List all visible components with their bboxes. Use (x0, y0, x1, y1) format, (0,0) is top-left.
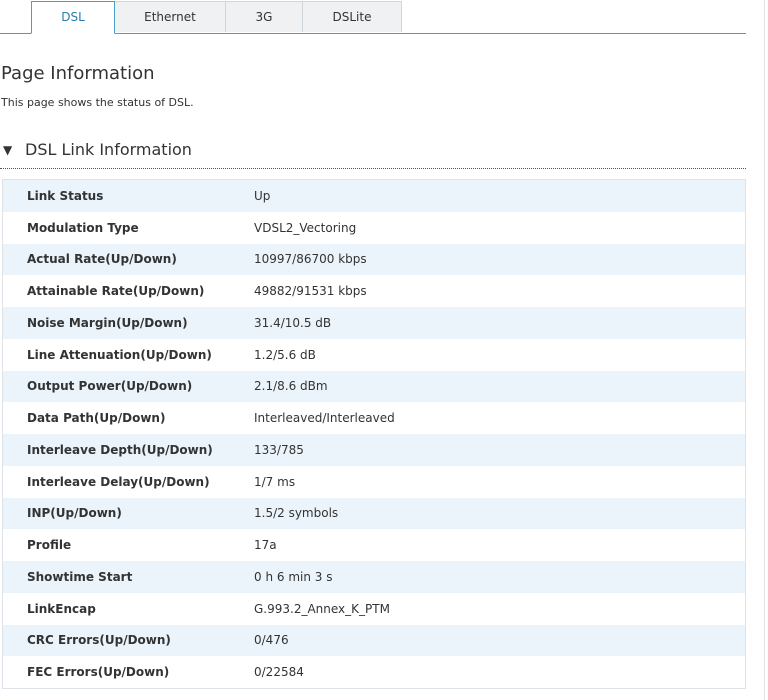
row-label: Output Power(Up/Down) (27, 379, 193, 394)
row-label: INP(Up/Down) (27, 506, 122, 521)
table-row: Interleave Delay(Up/Down) 1/7 ms (3, 465, 745, 498)
tab-bar: DSL Ethernet 3G DSLite (0, 0, 746, 34)
table-row: FEC Errors(Up/Down) 0/22584 (3, 656, 745, 688)
section-header-dsl-link[interactable]: ▼ DSL Link Information (0, 137, 746, 169)
row-value: 31.4/10.5 dB (254, 315, 332, 330)
row-label: Actual Rate(Up/Down) (27, 252, 177, 267)
row-value: 0/476 (254, 633, 289, 648)
page-right-border (764, 0, 765, 700)
table-row: Noise Margin(Up/Down) 31.4/10.5 dB (3, 307, 745, 339)
row-value: 10997/86700 kbps (254, 252, 367, 267)
row-value: 1.5/2 symbols (254, 506, 339, 521)
row-label: Data Path(Up/Down) (27, 411, 166, 426)
row-label: Profile (27, 538, 72, 553)
tab-3g[interactable]: 3G (225, 1, 303, 32)
row-value: G.993.2_Annex_K_PTM (254, 601, 390, 616)
tab-dslite[interactable]: DSLite (302, 1, 402, 32)
table-row: Profile 17a (3, 529, 745, 561)
row-label: Interleave Depth(Up/Down) (27, 442, 213, 457)
row-value: 133/785 (254, 442, 304, 457)
row-label: Attainable Rate(Up/Down) (27, 284, 205, 299)
table-row: Output Power(Up/Down) 2.1/8.6 dBm (3, 370, 745, 403)
triangle-down-icon[interactable]: ▼ (3, 143, 12, 157)
row-value: 1/7 ms (254, 474, 296, 489)
tab-ethernet[interactable]: Ethernet (114, 1, 226, 32)
section-title: DSL Link Information (25, 140, 192, 159)
table-row: LinkEncap G.993.2_Annex_K_PTM (3, 592, 745, 625)
row-value: VDSL2_Vectoring (254, 220, 357, 235)
row-label: Showtime Start (27, 569, 133, 584)
row-value: 17a (254, 538, 277, 553)
row-label: Noise Margin(Up/Down) (27, 315, 188, 330)
dsl-info-table: Link Status Up Modulation Type VDSL2_Vector… (2, 179, 746, 689)
row-value: Interleaved/Interleaved (254, 411, 395, 426)
row-label: FEC Errors(Up/Down) (27, 665, 170, 680)
table-row: Actual Rate(Up/Down) 10997/86700 kbps (3, 243, 745, 276)
row-value: 0 h 6 min 3 s (254, 569, 333, 584)
row-value: 49882/91531 kbps (254, 284, 367, 299)
table-row: Attainable Rate(Up/Down) 49882/91531 kbps (3, 275, 745, 307)
table-row: Line Attenuation(Up/Down) 1.2/5.6 dB (3, 338, 745, 371)
row-value: 2.1/8.6 dBm (254, 379, 328, 394)
row-label: CRC Errors(Up/Down) (27, 633, 171, 648)
table-row: Showtime Start 0 h 6 min 3 s (3, 561, 745, 593)
table-row: Data Path(Up/Down) Interleaved/Interleave… (3, 402, 745, 434)
table-row: CRC Errors(Up/Down) 0/476 (3, 624, 745, 657)
page-title: Page Information (1, 63, 155, 84)
row-label: Link Status (27, 188, 104, 203)
table-row: INP(Up/Down) 1.5/2 symbols (3, 497, 745, 530)
row-label: LinkEncap (27, 601, 96, 616)
row-label: Line Attenuation(Up/Down) (27, 347, 212, 362)
table-row: Interleave Depth(Up/Down) 133/785 (3, 434, 745, 466)
row-value: 0/22584 (254, 665, 304, 680)
row-value: 1.2/5.6 dB (254, 347, 316, 362)
row-label: Modulation Type (27, 220, 139, 235)
row-label: Interleave Delay(Up/Down) (27, 474, 210, 489)
table-row: Link Status Up (3, 180, 745, 212)
tab-dsl[interactable]: DSL (31, 1, 115, 34)
page: DSL Ethernet 3G DSLite Page Information … (0, 0, 768, 700)
row-value: Up (254, 188, 271, 203)
page-description: This page shows the status of DSL. (1, 96, 194, 109)
table-row: Modulation Type VDSL2_Vectoring (3, 211, 745, 244)
